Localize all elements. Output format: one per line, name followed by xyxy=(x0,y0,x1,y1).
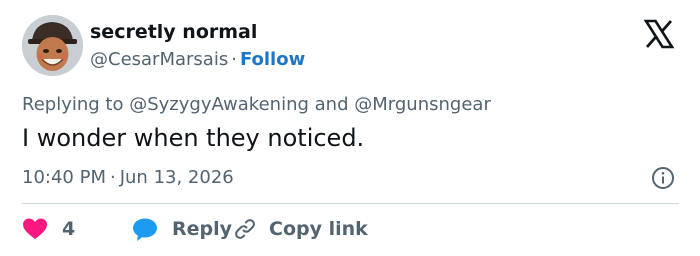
reply-label: Reply xyxy=(172,218,233,240)
copy-link-button[interactable]: Copy link xyxy=(233,217,368,241)
like-count: 4 xyxy=(62,218,76,240)
replying-to-prefix: Replying to xyxy=(22,94,124,115)
follow-button[interactable]: Follow xyxy=(240,49,305,70)
tweet-time: 10:40 PM xyxy=(22,167,106,188)
reply-button[interactable]: Reply xyxy=(108,217,233,242)
author-display-name[interactable]: secretly normal xyxy=(90,21,257,43)
mention-link[interactable]: @Mrgunsngear xyxy=(354,94,491,115)
replying-to-conjunction: and xyxy=(314,94,349,115)
timestamp-separator: · xyxy=(109,167,116,188)
divider xyxy=(22,203,679,204)
info-icon[interactable] xyxy=(651,166,675,190)
avatar[interactable] xyxy=(22,15,83,76)
copy-link-label: Copy link xyxy=(269,218,368,240)
author-handle-line: @CesarMarsais · Follow xyxy=(90,49,305,70)
author-handle[interactable]: @CesarMarsais xyxy=(90,49,228,70)
avatar-image xyxy=(22,15,83,76)
tweet-timestamp[interactable]: 10:40 PM · Jun 13, 2026 xyxy=(22,167,234,188)
mention-link[interactable]: @SyzygyAwakening xyxy=(129,94,309,115)
tweet-actions-bar: 4 Reply Copy link xyxy=(22,214,368,244)
heart-icon xyxy=(23,218,47,239)
speech-bubble-icon xyxy=(133,218,157,241)
x-logo-icon[interactable] xyxy=(643,18,675,50)
replying-to-line: Replying to @SyzygyAwakening and @Mrguns… xyxy=(22,94,491,115)
handle-separator: · xyxy=(231,49,237,70)
tweet-text: I wonder when they noticed. xyxy=(22,124,365,152)
link-icon xyxy=(235,219,255,239)
tweet-date: Jun 13, 2026 xyxy=(119,167,234,188)
